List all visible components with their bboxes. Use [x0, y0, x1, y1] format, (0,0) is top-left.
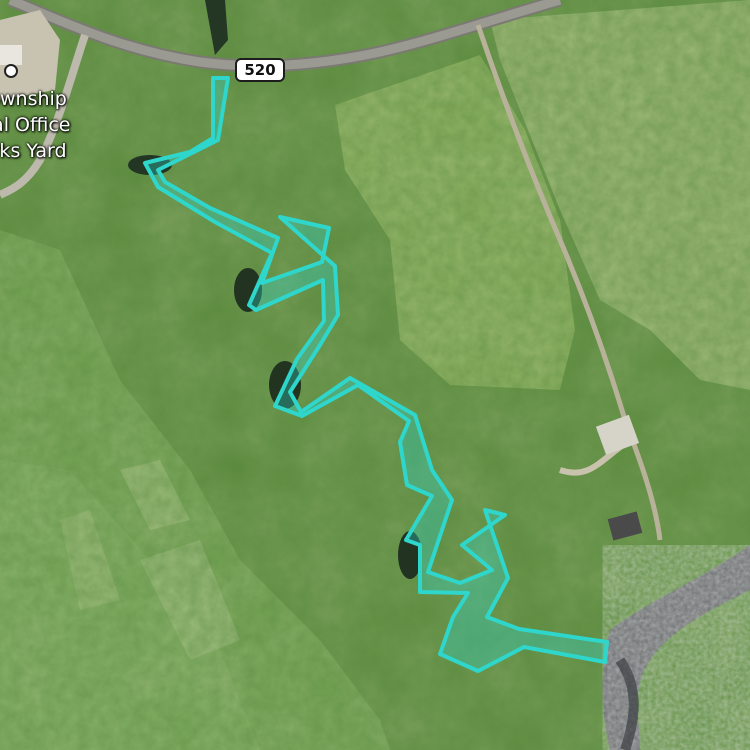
highway-shield-icon: 520 — [235, 58, 285, 82]
poi-label-line-2: pal Office — [0, 114, 71, 136]
satellite-map[interactable]: Township pal Office orks Yard 520 — [0, 0, 750, 750]
poi-marker-icon[interactable] — [4, 64, 18, 78]
poi-label-line-3: orks Yard — [0, 140, 67, 162]
poi-label[interactable]: Township pal Office orks Yard — [0, 86, 120, 164]
poi-label-line-1: Township — [0, 88, 67, 110]
